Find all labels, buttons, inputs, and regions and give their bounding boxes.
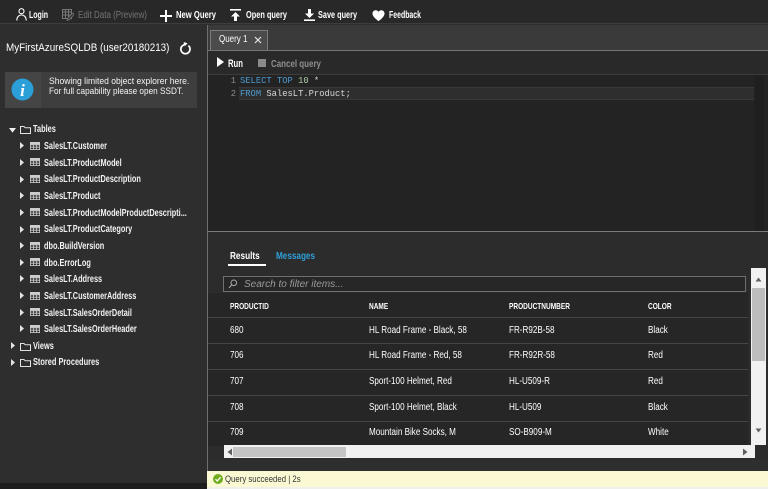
svg-text:i: i: [20, 81, 25, 100]
